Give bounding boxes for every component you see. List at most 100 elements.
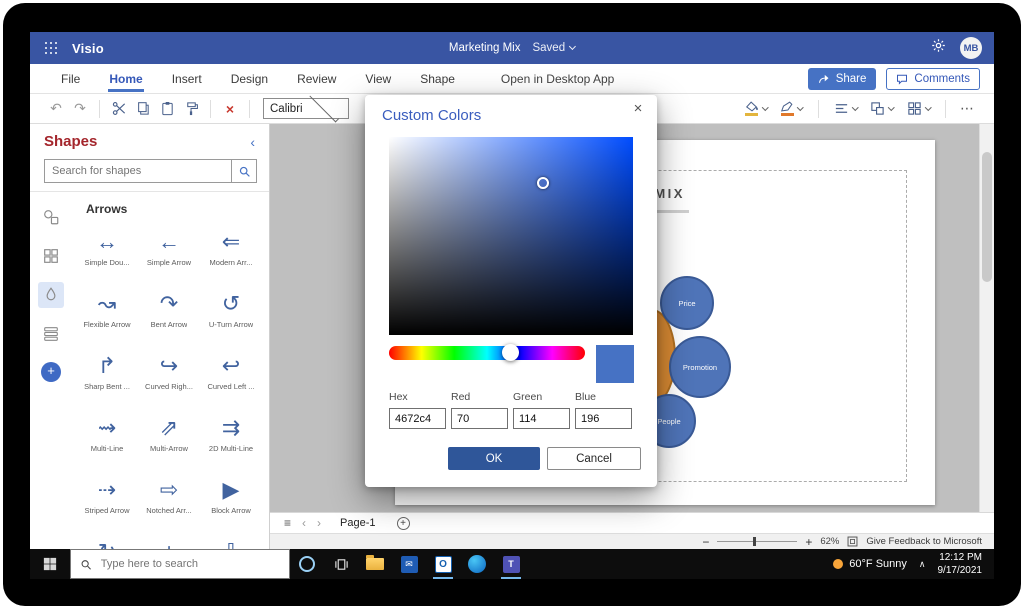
teams-icon[interactable]: T — [494, 549, 528, 579]
green-input[interactable] — [513, 408, 570, 429]
hue-slider[interactable] — [389, 346, 585, 360]
weather-status[interactable]: 60°F Sunny — [833, 558, 907, 570]
shape-item[interactable]: ←Simple Arrow — [138, 222, 200, 284]
cut-button[interactable] — [107, 97, 131, 121]
comment-bubble-icon — [896, 73, 908, 85]
stencil-basic-shapes-icon[interactable] — [38, 204, 64, 230]
shape-item[interactable]: ⇉2D Multi-Line — [200, 408, 262, 470]
shape-item[interactable]: ↷Bent Arrow — [138, 284, 200, 346]
start-button[interactable] — [30, 549, 70, 579]
edge-icon[interactable] — [460, 549, 494, 579]
menu-tab-file[interactable]: File — [60, 64, 81, 94]
hex-field: Hex — [389, 391, 446, 429]
settings-gear-icon[interactable] — [931, 38, 946, 58]
page-tab[interactable]: Page-1 — [340, 517, 375, 529]
shape-item[interactable]: ↻ — [76, 532, 138, 549]
open-in-desktop-app[interactable]: Open in Desktop App — [501, 72, 614, 86]
shape-item[interactable]: ⇐Modern Arr... — [200, 222, 262, 284]
stencil-stack-icon[interactable] — [38, 321, 64, 347]
shape-item[interactable]: ⇢Striped Arrow — [76, 470, 138, 532]
clock[interactable]: 12:12 PM 9/17/2021 — [938, 551, 983, 577]
stencil-grid-icon[interactable] — [38, 243, 64, 269]
arrow-shape-icon: ↱ — [98, 350, 116, 382]
mail-app-icon[interactable]: ✉ — [392, 549, 426, 579]
add-page-icon[interactable]: + — [397, 517, 410, 530]
next-page-icon[interactable]: › — [317, 516, 321, 530]
paste-button[interactable] — [155, 97, 179, 121]
collapse-panel-icon[interactable]: ‹ — [250, 134, 255, 150]
menu-tab-shape[interactable]: Shape — [419, 64, 456, 94]
shape-item[interactable]: ⇗Multi-Arrow — [138, 408, 200, 470]
delete-button[interactable]: × — [218, 97, 242, 121]
stencil-arrows-icon[interactable] — [38, 282, 64, 308]
shape-item[interactable]: + — [138, 532, 200, 549]
format-painter-button[interactable] — [179, 97, 203, 121]
undo-button[interactable]: ↶ — [44, 97, 68, 121]
hex-input[interactable] — [389, 408, 446, 429]
saturation-value-field[interactable] — [389, 137, 633, 335]
scrollbar-thumb[interactable] — [982, 152, 992, 282]
shape-item[interactable]: ⇝Multi-Line — [76, 408, 138, 470]
font-family-select[interactable]: Calibri — [263, 98, 349, 119]
shape-item[interactable]: ⇨Notched Arr... — [138, 470, 200, 532]
task-view-icon[interactable] — [324, 549, 358, 579]
line-color-button[interactable] — [775, 99, 808, 118]
zoom-slider-thumb[interactable] — [753, 537, 756, 546]
diagram-node-promotion[interactable]: Promotion — [669, 336, 731, 398]
chevron-down-icon — [852, 104, 858, 110]
shape-item[interactable]: ⇩ — [200, 532, 262, 549]
shapes-search-input[interactable] — [44, 159, 231, 183]
zoom-in-icon[interactable]: + — [805, 536, 812, 548]
prev-page-icon[interactable]: ‹ — [302, 516, 306, 530]
app-launcher-icon[interactable] — [30, 32, 72, 64]
saved-status[interactable]: Saved — [532, 42, 575, 54]
shape-item[interactable]: ▶Block Arrow — [200, 470, 262, 532]
diagram-node-price[interactable]: Price — [660, 276, 714, 330]
arrange-button[interactable] — [902, 99, 936, 118]
taskbar-search[interactable] — [70, 549, 290, 579]
menu-tab-review[interactable]: Review — [296, 64, 337, 94]
vertical-scrollbar[interactable] — [979, 124, 994, 512]
shape-item[interactable]: ↝Flexible Arrow — [76, 284, 138, 346]
taskbar-search-input[interactable] — [99, 557, 280, 571]
menu-tab-view[interactable]: View — [364, 64, 392, 94]
file-explorer-icon[interactable] — [358, 549, 392, 579]
ok-button[interactable]: OK — [448, 447, 540, 470]
close-icon[interactable]: × — [628, 100, 648, 120]
share-button[interactable]: Share — [808, 68, 877, 90]
blue-input[interactable] — [575, 408, 632, 429]
color-picker-handle[interactable] — [537, 177, 549, 189]
feedback-link[interactable]: Give Feedback to Microsoft — [866, 536, 982, 547]
shape-item[interactable]: ↺U-Turn Arrow — [200, 284, 262, 346]
shape-item[interactable]: ↪Curved Righ... — [138, 346, 200, 408]
shape-item[interactable]: ↔Simple Dou... — [76, 222, 138, 284]
zoom-level[interactable]: 62% — [820, 536, 839, 547]
menu-tab-insert[interactable]: Insert — [171, 64, 203, 94]
align-button[interactable] — [829, 99, 863, 118]
zoom-out-icon[interactable]: − — [702, 536, 709, 548]
pages-menu-icon[interactable]: ≡ — [284, 516, 291, 530]
avatar[interactable]: MB — [960, 37, 982, 59]
cortana-icon[interactable] — [290, 549, 324, 579]
comments-button[interactable]: Comments — [886, 68, 980, 90]
redo-button[interactable]: ↷ — [68, 97, 92, 121]
position-button[interactable] — [865, 99, 899, 118]
cancel-button[interactable]: Cancel — [547, 447, 641, 470]
shape-item[interactable]: ↱Sharp Bent ... — [76, 346, 138, 408]
shape-item[interactable]: ↩Curved Left ... — [200, 346, 262, 408]
menu-tab-home[interactable]: Home — [108, 64, 143, 94]
arrow-shape-icon: ↷ — [160, 288, 178, 320]
add-stencil-button[interactable]: + — [41, 362, 61, 382]
fill-color-button[interactable] — [740, 99, 773, 118]
search-button[interactable] — [231, 159, 257, 183]
red-input[interactable] — [451, 408, 508, 429]
zoom-slider[interactable] — [717, 541, 797, 542]
copy-button[interactable] — [131, 97, 155, 121]
menu-tab-design[interactable]: Design — [230, 64, 269, 94]
tray-chevron-icon[interactable]: ∧ — [919, 559, 926, 570]
hue-slider-handle[interactable] — [502, 344, 519, 361]
document-title[interactable]: Marketing Mix — [449, 42, 521, 54]
outlook-icon[interactable]: O — [426, 549, 460, 579]
ribbon-overflow-button[interactable]: ⋯ — [956, 100, 978, 117]
fit-page-icon[interactable] — [847, 536, 858, 547]
